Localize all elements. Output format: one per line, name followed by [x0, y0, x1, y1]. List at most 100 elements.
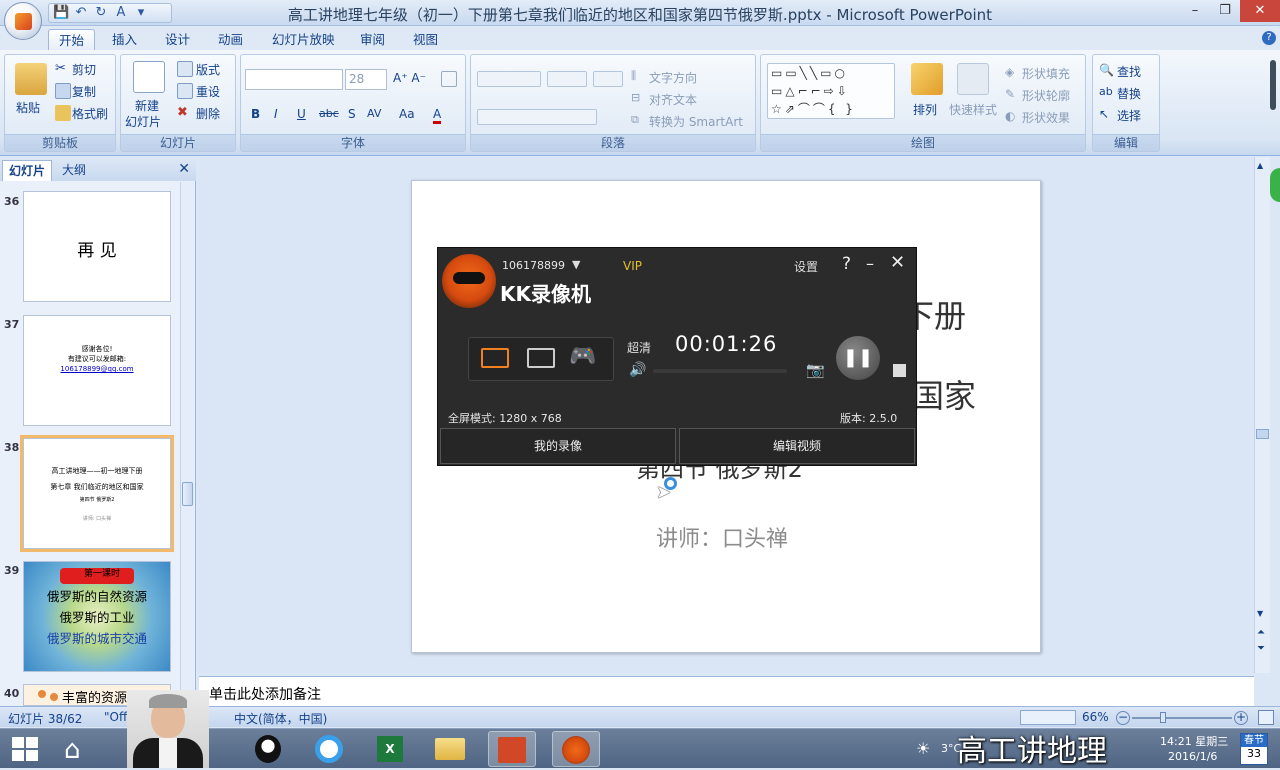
restore-button[interactable]: ❐ — [1210, 0, 1240, 22]
zoom-out-icon[interactable]: − — [1116, 711, 1130, 725]
line-spacing-icon[interactable] — [593, 71, 623, 87]
slide-panel-scrollbar[interactable] — [180, 182, 194, 702]
undo-icon[interactable]: ↶ — [73, 5, 89, 21]
office-button[interactable] — [4, 2, 42, 40]
new-slide-label-1[interactable]: 新建 — [135, 97, 159, 114]
shape-outline-button[interactable]: 形状轮廓 — [1022, 87, 1070, 104]
find-button[interactable]: 查找 — [1117, 63, 1141, 80]
font-color-button[interactable]: A — [433, 107, 442, 124]
kk-minimize-icon[interactable]: – — [866, 254, 874, 273]
browser-taskbar-button[interactable] — [305, 731, 353, 767]
tab-outline[interactable]: 大纲 — [56, 160, 92, 181]
game-mode-icon[interactable]: 🎮 — [569, 344, 596, 369]
quick-styles-button[interactable]: 快速样式 — [949, 101, 997, 118]
home-icon[interactable]: ⌂ — [64, 735, 81, 765]
tab-slideshow[interactable]: 幻灯片放映 — [262, 29, 345, 50]
reset-button[interactable]: 重设 — [196, 83, 220, 100]
font-name-combo[interactable] — [245, 69, 343, 90]
underline-button[interactable]: U — [297, 107, 306, 121]
kk-user-id[interactable]: 106178899 — [502, 259, 565, 272]
delete-button[interactable]: 删除 — [196, 105, 220, 122]
slide-thumbnail[interactable]: 第一课时 俄罗斯的自然资源 俄罗斯的工业 俄罗斯的城市交通 — [23, 561, 171, 672]
indent-icon[interactable] — [547, 71, 587, 87]
arrange-button[interactable]: 排列 — [913, 101, 937, 118]
close-button[interactable]: ✕ — [1240, 0, 1280, 22]
char-spacing-button[interactable]: AV — [367, 107, 381, 120]
excel-taskbar-button[interactable]: X — [366, 731, 414, 767]
previous-slide-icon[interactable]: ⏶ — [1257, 627, 1265, 638]
font-icon[interactable]: A — [113, 5, 129, 21]
alignment-icons[interactable] — [477, 109, 597, 125]
tab-view[interactable]: 视图 — [403, 29, 448, 50]
slide-thumbnail-selected[interactable]: 高工讲地理——初一地理下册 第七章 我们临近的地区和国家 第四节 俄罗斯2 讲师… — [23, 438, 171, 549]
view-buttons[interactable] — [1020, 710, 1076, 725]
change-case-button[interactable]: Aa — [399, 107, 415, 121]
grow-font-icon[interactable]: A⁺ A⁻ — [393, 71, 426, 85]
cut-button[interactable]: 剪切 — [72, 61, 96, 78]
calendar-widget[interactable]: 春节 33 — [1240, 733, 1268, 765]
notes-pane[interactable]: 单击此处添加备注 — [199, 676, 1254, 706]
copy-button[interactable]: 复制 — [72, 83, 96, 100]
scroll-thumb[interactable] — [182, 482, 193, 506]
tab-review[interactable]: 审阅 — [350, 29, 395, 50]
slide-scrollbar[interactable]: ▲ ▼ ⏶ ⏷ — [1254, 157, 1270, 673]
align-text-button[interactable]: 对齐文本 — [649, 91, 697, 108]
slide-thumbnail[interactable]: 再 见 — [23, 191, 171, 302]
fit-to-window-icon[interactable] — [1258, 710, 1274, 725]
layout-button[interactable]: 版式 — [196, 61, 220, 78]
font-size-combo[interactable]: 28 — [345, 69, 387, 90]
shape-fill-button[interactable]: 形状填充 — [1022, 65, 1070, 82]
customize-qat-icon[interactable]: ▾ — [133, 5, 149, 21]
kk-stop-button[interactable] — [893, 364, 906, 377]
text-direction-button[interactable]: 文字方向 — [649, 69, 697, 86]
weather-icon[interactable]: ☀ — [916, 739, 930, 758]
explorer-taskbar-button[interactable] — [426, 731, 474, 767]
bold-button[interactable]: B — [251, 107, 260, 121]
scroll-thumb[interactable] — [1256, 429, 1269, 439]
tab-animations[interactable]: 动画 — [208, 29, 253, 50]
kk-user-dropdown-icon[interactable]: ▼ — [572, 258, 580, 271]
zoom-slider-thumb[interactable] — [1160, 712, 1166, 723]
minimize-button[interactable]: – — [1180, 0, 1210, 22]
powerpoint-taskbar-button[interactable] — [488, 731, 536, 767]
kk-help-icon[interactable]: ? — [842, 254, 851, 274]
zoom-level[interactable]: 66% — [1082, 710, 1109, 724]
smartart-button[interactable]: 转换为 SmartArt — [649, 113, 743, 130]
kk-pause-button[interactable]: ❚❚ — [836, 336, 880, 380]
shape-effects-button[interactable]: 形状效果 — [1022, 109, 1070, 126]
zoom-in-icon[interactable]: + — [1234, 711, 1248, 725]
kk-settings-button[interactable]: 设置 — [794, 258, 818, 275]
format-painter-button[interactable]: 格式刷 — [72, 105, 108, 122]
shadow-button[interactable]: S — [348, 107, 356, 121]
tab-home[interactable]: 开始 — [48, 29, 96, 50]
windows-start-icon[interactable] — [12, 737, 38, 761]
redo-icon[interactable]: ↻ — [93, 5, 109, 21]
replace-button[interactable]: 替换 — [1117, 85, 1141, 102]
paste-icon[interactable] — [15, 63, 47, 95]
shapes-gallery[interactable]: ▭▭╲╲▭○ ▭△⌐⌐⇨⇩ ☆⇗⌒⌒{ } — [767, 63, 895, 119]
kk-my-recordings-button[interactable]: 我的录像 — [440, 428, 676, 464]
tab-slides[interactable]: 幻灯片 — [2, 160, 53, 181]
clear-format-icon[interactable] — [441, 71, 457, 87]
next-slide-icon[interactable]: ⏷ — [1257, 643, 1265, 654]
bullets-icon[interactable] — [477, 71, 541, 87]
save-icon[interactable]: 💾 — [53, 5, 69, 21]
slide-thumbnail[interactable]: 感谢各位! 有建议可以发邮箱: 106178899@qq.com — [23, 315, 171, 426]
scroll-up-icon[interactable]: ▲ — [1257, 161, 1263, 170]
kk-screenshot-icon[interactable]: 📷 — [806, 361, 825, 379]
kk-close-icon[interactable]: ✕ — [890, 252, 905, 273]
fullscreen-mode-icon[interactable] — [481, 348, 509, 368]
kk-volume-bar[interactable] — [653, 369, 787, 373]
scroll-down-icon[interactable]: ▼ — [1257, 609, 1263, 618]
new-slide-label-2[interactable]: 幻灯片 — [125, 113, 161, 130]
kk-volume-icon[interactable]: 🔊 — [629, 362, 646, 378]
qq-taskbar-button[interactable] — [244, 731, 292, 767]
tab-insert[interactable]: 插入 — [102, 29, 147, 50]
clock-date[interactable]: 2016/1/6 — [1168, 750, 1217, 763]
language[interactable]: 中文(简体，中国) — [234, 710, 327, 727]
new-slide-icon[interactable] — [133, 61, 165, 93]
tab-design[interactable]: 设计 — [155, 29, 200, 50]
select-button[interactable]: 选择 — [1117, 107, 1141, 124]
help-icon[interactable]: ? — [1262, 31, 1276, 45]
kk-quality[interactable]: 超清 — [627, 339, 651, 356]
